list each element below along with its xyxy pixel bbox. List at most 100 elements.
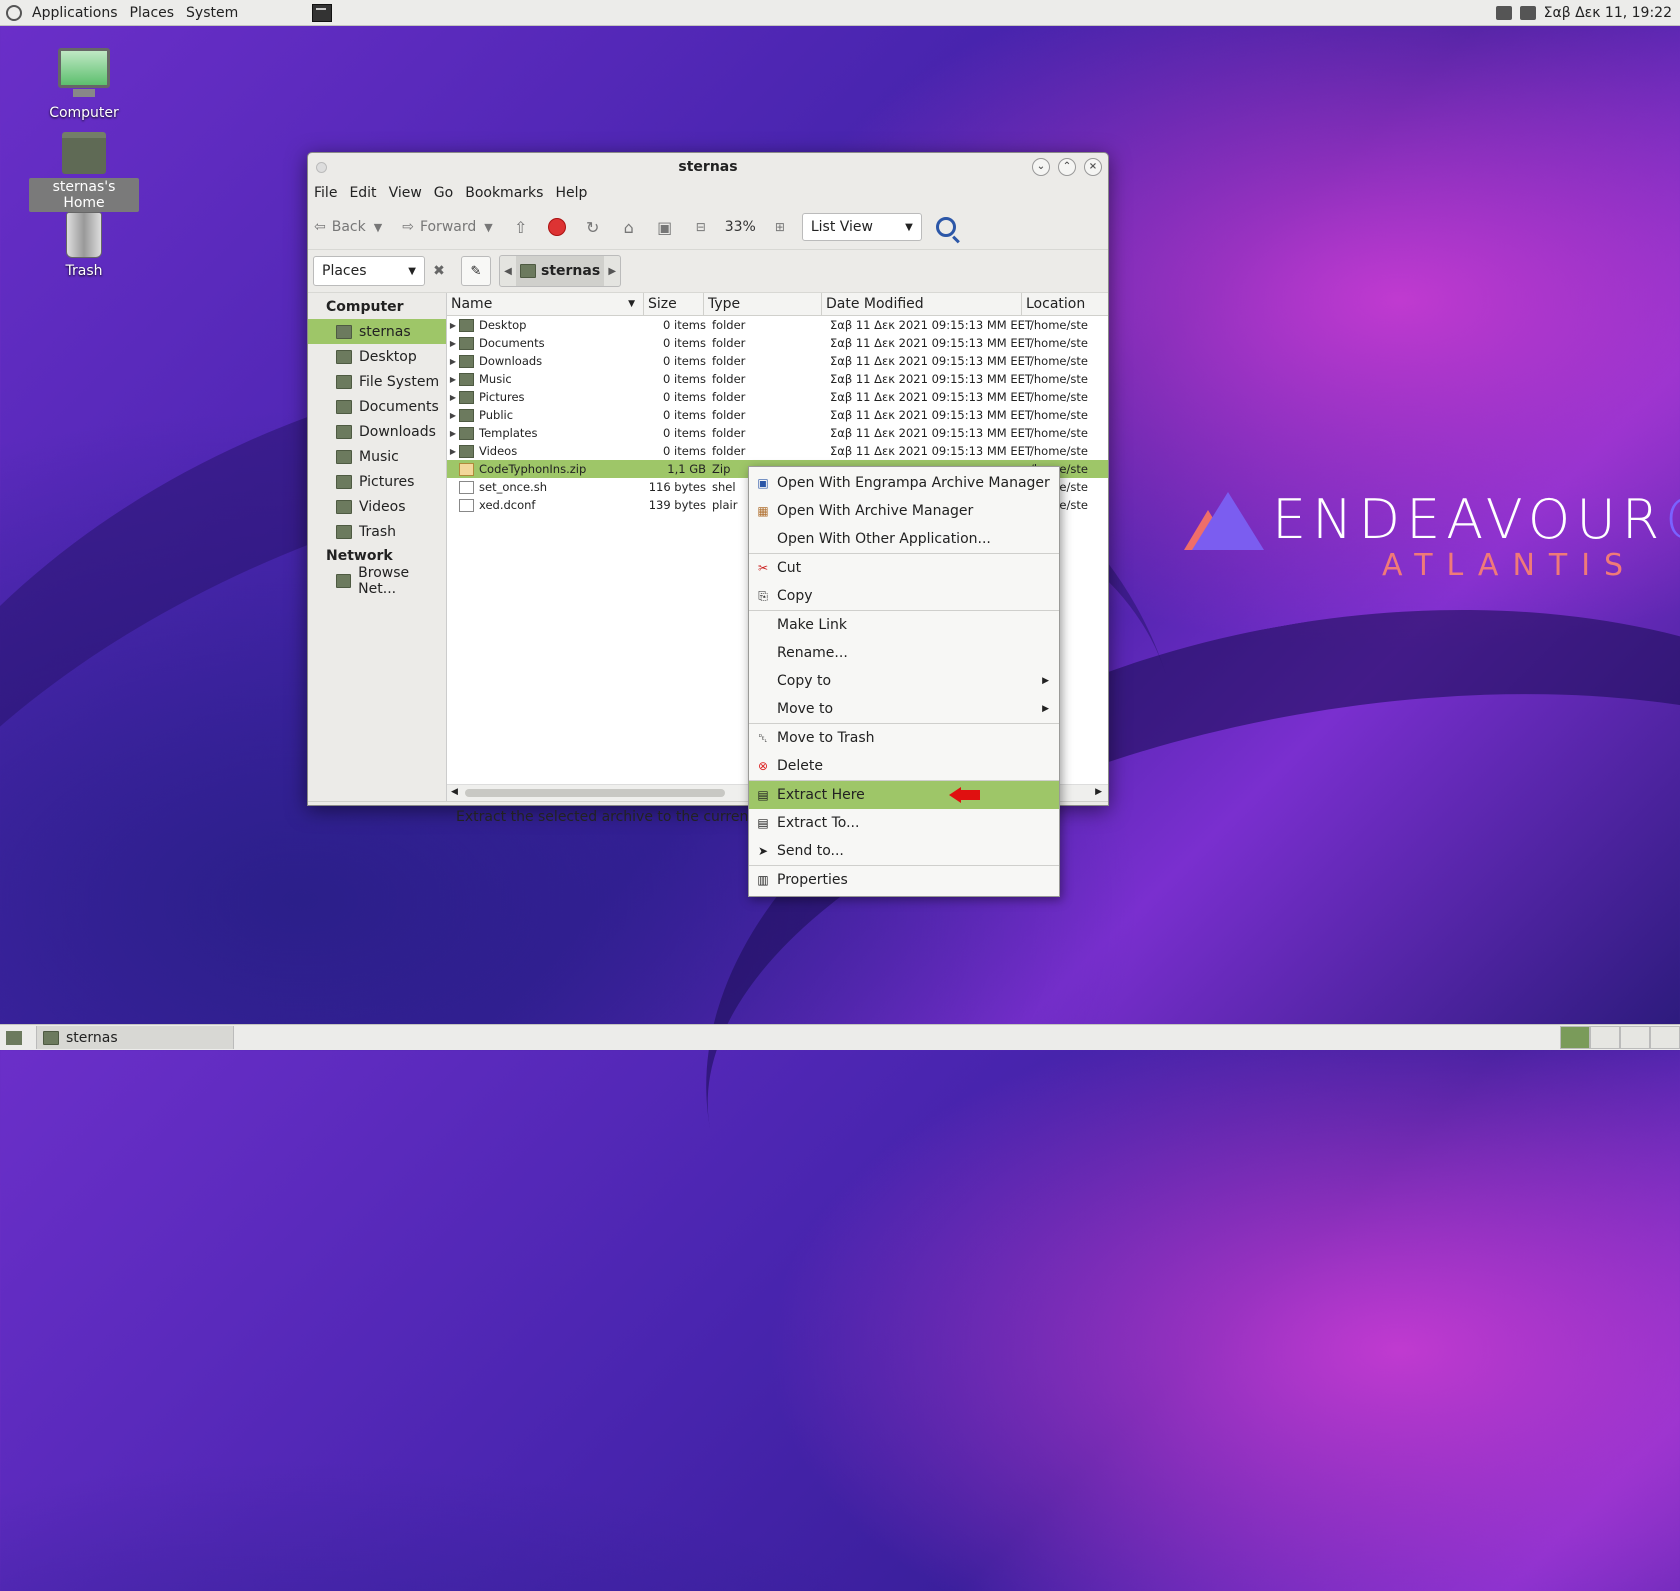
context-menu-item-cut[interactable]: ✂ Cut (749, 554, 1059, 582)
up-arrow-icon[interactable]: ⇧ (511, 217, 531, 237)
file-row[interactable]: ▶ Videos 0 items folder Σαβ 11 Δεκ 2021 09:1… (447, 442, 1108, 460)
context-menu-item-open-with-other-application[interactable]: Open With Other Application... (749, 525, 1059, 553)
reload-icon[interactable]: ↻ (583, 217, 603, 237)
file-name: xed.dconf (479, 498, 536, 512)
file-name-cell: ▶ Videos (447, 444, 644, 458)
column-name[interactable]: Name ▼ (447, 293, 644, 315)
mate-logo-icon[interactable] (6, 4, 22, 21)
column-type[interactable]: Type (704, 293, 822, 315)
folder-icon (459, 444, 474, 458)
context-menu-item-extract-here[interactable]: ▤ Extract Here (749, 781, 1059, 809)
context-menu-item-properties[interactable]: ▥ Properties (749, 866, 1059, 894)
menu-go[interactable]: Go (428, 185, 459, 201)
desktop-icon-home[interactable]: sternas's Home (29, 132, 139, 212)
sidebar-item-trash[interactable]: Trash (308, 519, 446, 544)
context-menu-item-extract-to[interactable]: ▤ Extract To... (749, 809, 1059, 837)
chevron-down-icon[interactable]: ▼ (484, 221, 492, 234)
workspace-3[interactable] (1620, 1026, 1650, 1049)
context-menu-item-delete[interactable]: ⊗ Delete (749, 752, 1059, 780)
sidebar-item-pictures[interactable]: Pictures (308, 469, 446, 494)
file-row[interactable]: ▶ Music 0 items folder Σαβ 11 Δεκ 2021 09:15… (447, 370, 1108, 388)
context-menu-item-copy[interactable]: ⎘ Copy (749, 582, 1059, 610)
context-menu-item-open-with-engrampa-archive-manager[interactable]: ▣ Open With Engrampa Archive Manager (749, 469, 1059, 497)
show-desktop-icon[interactable] (6, 1030, 22, 1045)
top-menu-applications[interactable]: Applications (26, 5, 124, 21)
column-location[interactable]: Location (1022, 293, 1102, 315)
zoom-out-icon[interactable]: ⊟ (691, 217, 711, 237)
chevron-left-icon[interactable]: ◀ (500, 266, 516, 277)
expander-icon[interactable]: ▶ (447, 375, 459, 384)
expander-icon[interactable]: ▶ (447, 447, 459, 456)
menu-help[interactable]: Help (549, 185, 593, 201)
context-menu-item-make-link[interactable]: Make Link (749, 611, 1059, 639)
volume-icon[interactable] (1495, 5, 1512, 20)
breadcrumb-current[interactable]: sternas (516, 256, 605, 286)
workspace-4[interactable] (1650, 1026, 1680, 1049)
zoom-in-icon[interactable]: ⊞ (770, 217, 790, 237)
sidebar-pane-select[interactable]: Places ▼ (313, 256, 425, 286)
view-mode-select[interactable]: List View ▼ (801, 213, 922, 241)
sidebar-item-videos[interactable]: Videos (308, 494, 446, 519)
sidebar-item-desktop[interactable]: Desktop (308, 344, 446, 369)
expander-icon[interactable]: ▶ (447, 393, 459, 402)
menu-edit[interactable]: Edit (343, 185, 382, 201)
expander-icon[interactable]: ▶ (447, 411, 459, 420)
edit-location-button[interactable]: ✎ (461, 256, 491, 286)
context-menu-item-open-with-archive-manager[interactable]: ▦ Open With Archive Manager (749, 497, 1059, 525)
workspace-2[interactable] (1590, 1026, 1620, 1049)
expander-icon[interactable]: ▶ (447, 321, 459, 330)
sidebar-item-file-system[interactable]: File System (308, 369, 446, 394)
chevron-down-icon[interactable]: ▼ (374, 221, 382, 234)
menu-bookmarks[interactable]: Bookmarks (459, 185, 549, 201)
menu-file[interactable]: File (308, 185, 343, 201)
file-row[interactable]: ▶ Documents 0 items folder Σαβ 11 Δεκ 2021 0… (447, 334, 1108, 352)
computer-icon[interactable]: ▣ (655, 217, 675, 237)
chevron-right-icon[interactable]: ▶ (604, 266, 620, 277)
top-menu-system[interactable]: System (180, 5, 244, 21)
scrollbar-thumb[interactable] (465, 789, 725, 797)
file-row[interactable]: ▶ Public 0 items folder Σαβ 11 Δεκ 2021 09:1… (447, 406, 1108, 424)
column-size[interactable]: Size (644, 293, 704, 315)
file-type: folder (712, 390, 746, 404)
context-menu-item-copy-to[interactable]: Copy to ▶ (749, 667, 1059, 695)
expander-icon[interactable]: ▶ (447, 357, 459, 366)
context-menu-item-send-to[interactable]: ➤ Send to... (749, 837, 1059, 865)
title-bar[interactable]: sternas ⌄ ⌃ × (308, 153, 1108, 181)
close-sidebar-icon[interactable]: ✖ (429, 263, 449, 279)
desktop-icon-trash[interactable]: Trash (29, 212, 139, 280)
top-menu-places[interactable]: Places (124, 5, 181, 21)
file-date: Σαβ 11 Δεκ 2021 09:15:13 MM EET (830, 336, 1032, 350)
network-icon[interactable] (1519, 5, 1536, 20)
column-date[interactable]: Date Modified (822, 293, 1022, 315)
file-row[interactable]: ▶ Templates 0 items folder Σαβ 11 Δεκ 2021 0… (447, 424, 1108, 442)
expander-icon[interactable]: ▶ (447, 339, 459, 348)
workspace-1[interactable] (1560, 1026, 1590, 1049)
archive-manager-icon: ▣ (757, 476, 769, 490)
terminal-launcher-icon[interactable] (312, 3, 333, 22)
minimize-button[interactable]: ⌄ (1032, 158, 1050, 176)
sidebar-item-browse-net-[interactable]: Browse Net... (308, 565, 446, 597)
sidebar-item-documents[interactable]: Documents (308, 394, 446, 419)
maximize-button[interactable]: ⌃ (1058, 158, 1076, 176)
close-button[interactable]: × (1084, 158, 1102, 176)
back-button[interactable]: ⇦ Back ▼ (308, 219, 388, 235)
desktop-icon-computer[interactable]: Computer (29, 48, 139, 122)
stop-icon[interactable] (547, 217, 567, 237)
context-menu-item-move-to-trash[interactable]: ␡ Move to Trash (749, 724, 1059, 752)
context-menu-item-rename[interactable]: Rename... (749, 639, 1059, 667)
clock[interactable]: Σαβ Δεκ 11, 19:22 (1544, 5, 1672, 21)
sidebar-item-sternas[interactable]: sternas (308, 319, 446, 344)
home-icon[interactable]: ⌂ (619, 217, 639, 237)
context-menu-item-move-to[interactable]: Move to ▶ (749, 695, 1059, 723)
file-row[interactable]: ▶ Desktop 0 items folder Σαβ 11 Δεκ 2021 09:… (447, 316, 1108, 334)
file-row[interactable]: ▶ Pictures 0 items folder Σαβ 11 Δεκ 2021 09… (447, 388, 1108, 406)
search-icon[interactable] (935, 217, 956, 237)
taskbar-item-file-manager[interactable]: sternas (36, 1026, 234, 1049)
file-row[interactable]: ▶ Downloads 0 items folder Σαβ 11 Δεκ 2021 0… (447, 352, 1108, 370)
forward-button[interactable]: ⇨ Forward ▼ (396, 219, 499, 235)
sidebar-item-downloads[interactable]: Downloads (308, 419, 446, 444)
menu-view[interactable]: View (383, 185, 428, 201)
sidebar-item-music[interactable]: Music (308, 444, 446, 469)
expander-icon[interactable]: ▶ (447, 429, 459, 438)
window-menu-icon[interactable] (316, 162, 327, 173)
